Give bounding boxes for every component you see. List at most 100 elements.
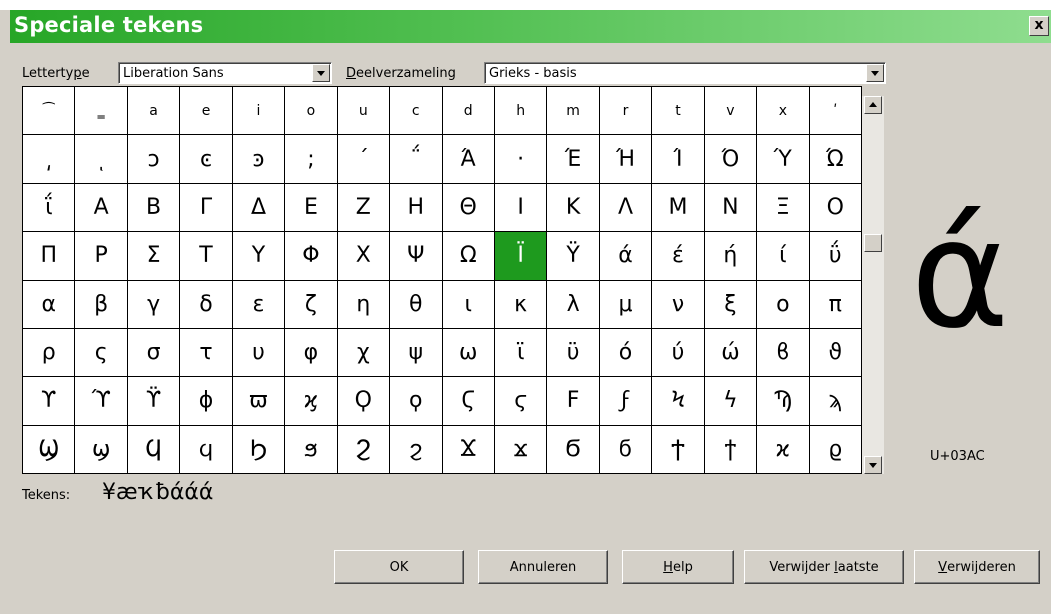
- character-cell[interactable]: Δ: [232, 183, 286, 233]
- character-cell[interactable]: ε: [232, 280, 286, 329]
- character-cell[interactable]: Ϝ: [547, 377, 600, 426]
- character-cell[interactable]: ά: [599, 232, 653, 281]
- character-cell[interactable]: ʹ: [809, 87, 862, 136]
- character-cell[interactable]: ͽ: [232, 135, 286, 184]
- character-cell[interactable]: ϊ: [494, 328, 548, 378]
- character-cell[interactable]: ώ: [704, 328, 758, 378]
- character-cell[interactable]: Λ: [599, 183, 653, 233]
- character-cell[interactable]: Ί: [652, 135, 705, 184]
- character-cell[interactable]: ϖ: [232, 377, 286, 426]
- character-cell[interactable]: Ε: [285, 183, 338, 233]
- character-cell[interactable]: ϛ: [494, 377, 548, 426]
- scroll-up-arrow-icon[interactable]: [864, 96, 882, 114]
- character-cell[interactable]: u: [337, 87, 391, 136]
- character-cell[interactable]: Μ: [652, 183, 705, 233]
- character-cell[interactable]: Ν: [704, 183, 758, 233]
- remove-button[interactable]: Verwijderen: [914, 550, 1040, 584]
- character-cell[interactable]: ή: [704, 232, 758, 281]
- character-cell[interactable]: ·: [494, 135, 548, 184]
- character-cell[interactable]: Ϥ: [127, 425, 181, 474]
- character-cell[interactable]: m: [547, 87, 600, 136]
- character-cell[interactable]: ΰ: [809, 232, 862, 281]
- character-cell[interactable]: Ϡ: [757, 377, 810, 426]
- character-cell[interactable]: γ: [127, 280, 181, 329]
- character-cell[interactable]: Υ: [232, 232, 286, 281]
- character-cell[interactable]: Έ: [547, 135, 600, 184]
- character-cell[interactable]: ο: [757, 280, 810, 329]
- character-cell[interactable]: i: [232, 87, 286, 136]
- character-cell[interactable]: ΅: [390, 135, 443, 184]
- character-cell[interactable]: Ϋ: [547, 232, 600, 281]
- scrollbar-thumb[interactable]: [864, 234, 882, 252]
- character-cell[interactable]: β: [75, 280, 128, 329]
- character-cell[interactable]: d: [442, 87, 495, 136]
- character-cell[interactable]: ͻ: [127, 135, 181, 184]
- character-cell[interactable]: ϐ: [757, 328, 810, 378]
- character-cell[interactable]: a: [127, 87, 181, 136]
- character-cell[interactable]: ⁀: [23, 87, 76, 136]
- grid-scrollbar[interactable]: [862, 96, 884, 474]
- character-cell[interactable]: μ: [599, 280, 653, 329]
- character-cell[interactable]: ϓ: [75, 377, 128, 426]
- character-cell[interactable]: Τ: [180, 232, 233, 281]
- character-cell[interactable]: x: [757, 87, 810, 136]
- character-cell[interactable]: ϩ: [390, 425, 443, 474]
- cancel-button[interactable]: Annuleren: [478, 550, 608, 584]
- character-cell[interactable]: η: [337, 280, 391, 329]
- character-cell[interactable]: Ϙ: [337, 377, 391, 426]
- character-cell-selected[interactable]: Ϊ: [494, 232, 548, 281]
- character-cell[interactable]: Ύ: [757, 135, 810, 184]
- character-cell[interactable]: φ: [285, 328, 338, 378]
- character-cell[interactable]: λ: [547, 280, 600, 329]
- character-cell[interactable]: Φ: [285, 232, 338, 281]
- character-cell[interactable]: Α: [75, 183, 128, 233]
- character-cell[interactable]: ι: [442, 280, 495, 329]
- character-cell[interactable]: Ϛ: [442, 377, 495, 426]
- character-cell[interactable]: Ϧ: [232, 425, 286, 474]
- character-cell[interactable]: χ: [337, 328, 391, 378]
- character-cell[interactable]: Ϯ: [652, 425, 705, 474]
- character-cell[interactable]: Χ: [337, 232, 391, 281]
- font-select[interactable]: Liberation Sans: [118, 62, 332, 84]
- character-cell[interactable]: Ϩ: [337, 425, 391, 474]
- character-cell[interactable]: Η: [390, 183, 443, 233]
- character-cell[interactable]: ϣ: [75, 425, 128, 474]
- character-cell[interactable]: Ζ: [337, 183, 391, 233]
- character-cell[interactable]: Ϣ: [23, 425, 76, 474]
- character-cell[interactable]: ϑ: [809, 328, 862, 378]
- character-cell[interactable]: ύ: [652, 328, 705, 378]
- character-cell[interactable]: Ι: [494, 183, 548, 233]
- character-cell[interactable]: o: [285, 87, 338, 136]
- help-button[interactable]: Help: [622, 550, 734, 584]
- character-cell[interactable]: ϥ: [180, 425, 233, 474]
- character-cell[interactable]: θ: [390, 280, 443, 329]
- character-cell[interactable]: ‗: [75, 87, 128, 136]
- character-cell[interactable]: ό: [599, 328, 653, 378]
- character-cell[interactable]: δ: [180, 280, 233, 329]
- character-cell[interactable]: Ό: [704, 135, 758, 184]
- character-cell[interactable]: Π: [23, 232, 76, 281]
- scroll-down-arrow-icon[interactable]: [864, 456, 882, 474]
- character-cell[interactable]: t: [652, 87, 705, 136]
- character-cell[interactable]: Ο: [809, 183, 862, 233]
- character-cell[interactable]: ϒ: [23, 377, 76, 426]
- character-cell[interactable]: Ψ: [390, 232, 443, 281]
- character-cell[interactable]: ϔ: [127, 377, 181, 426]
- character-cell[interactable]: Κ: [547, 183, 600, 233]
- close-button[interactable]: x: [1029, 16, 1049, 36]
- character-cell[interactable]: ΄: [337, 135, 391, 184]
- character-cell[interactable]: ϧ: [285, 425, 338, 474]
- character-cell[interactable]: ϯ: [704, 425, 758, 474]
- character-cell[interactable]: ϕ: [180, 377, 233, 426]
- character-cell[interactable]: ϋ: [547, 328, 600, 378]
- character-cell[interactable]: Ξ: [757, 183, 810, 233]
- character-cell[interactable]: Ω: [442, 232, 495, 281]
- character-cell[interactable]: Β: [127, 183, 181, 233]
- character-cell[interactable]: ν: [652, 280, 705, 329]
- character-cell[interactable]: ϗ: [285, 377, 338, 426]
- chevron-down-icon[interactable]: [312, 64, 330, 82]
- character-cell[interactable]: Ρ: [75, 232, 128, 281]
- character-cell[interactable]: π: [809, 280, 862, 329]
- character-cell[interactable]: c: [390, 87, 443, 136]
- title-bar[interactable]: Speciale tekens x: [10, 10, 1051, 43]
